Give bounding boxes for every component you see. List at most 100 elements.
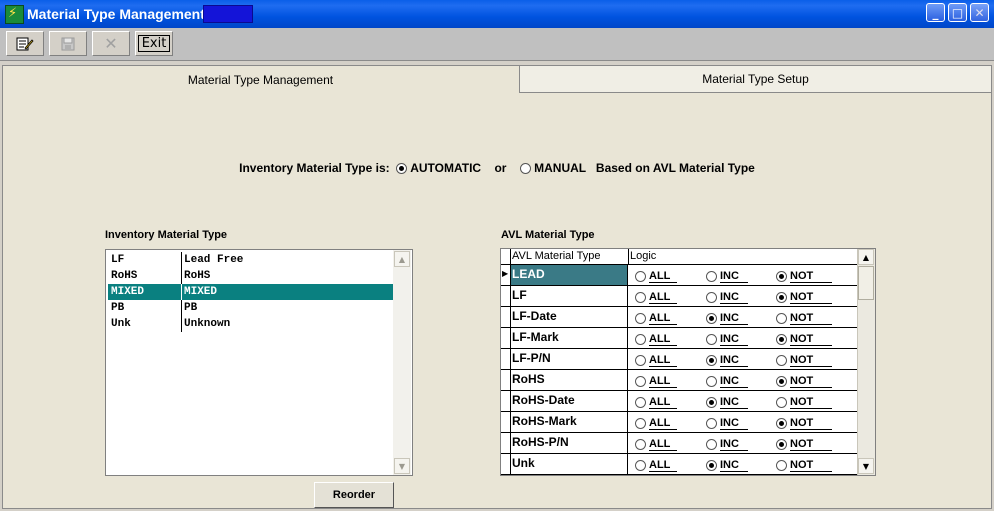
avl-type-cell[interactable]: LF xyxy=(511,286,628,306)
logic-option-all[interactable]: ALL xyxy=(635,459,670,471)
radio-inc[interactable] xyxy=(706,333,717,345)
avl-type-cell[interactable]: LF-Mark xyxy=(511,328,628,348)
radio-inc[interactable] xyxy=(706,354,717,366)
logic-option-not[interactable]: NOT xyxy=(776,438,813,450)
logic-option-inc[interactable]: INC xyxy=(706,438,739,450)
radio-all[interactable] xyxy=(635,291,646,303)
scroll-down-icon[interactable]: ▼ xyxy=(394,458,410,474)
radio-not[interactable] xyxy=(776,417,787,429)
list-item[interactable]: LF Lead Free xyxy=(108,252,396,268)
list-item[interactable]: Unk Unknown xyxy=(108,316,396,332)
logic-option-inc[interactable]: INC xyxy=(706,312,739,324)
close-button[interactable]: ✕ xyxy=(970,3,989,22)
avl-type-cell[interactable]: RoHS-Date xyxy=(511,391,628,411)
radio-not[interactable] xyxy=(776,333,787,345)
manual-label[interactable]: MANUAL xyxy=(534,161,586,175)
table-row[interactable]: LF-Date ALL INC NOT xyxy=(501,307,857,328)
logic-option-inc[interactable]: INC xyxy=(706,375,739,387)
logic-option-all[interactable]: ALL xyxy=(635,354,670,366)
list-item[interactable]: PB PB xyxy=(108,300,396,316)
radio-all[interactable] xyxy=(635,354,646,366)
inventory-scrollbar[interactable]: ▲ ▼ xyxy=(393,250,411,475)
radio-inc[interactable] xyxy=(706,375,717,387)
logic-option-all[interactable]: ALL xyxy=(635,438,670,450)
scroll-up-icon[interactable]: ▲ xyxy=(858,249,874,265)
logic-option-all[interactable]: ALL xyxy=(635,417,670,429)
logic-option-not[interactable]: NOT xyxy=(776,291,813,303)
radio-inc[interactable] xyxy=(706,417,717,429)
radio-all[interactable] xyxy=(635,417,646,429)
scroll-thumb[interactable] xyxy=(858,266,874,300)
radio-all[interactable] xyxy=(635,312,646,324)
tab-material-type-management[interactable]: Material Type Management xyxy=(3,66,518,93)
radio-all[interactable] xyxy=(635,375,646,387)
radio-not[interactable] xyxy=(776,270,787,282)
avl-type-cell[interactable]: LF-P/N xyxy=(511,349,628,369)
logic-option-all[interactable]: ALL xyxy=(635,291,670,303)
table-row[interactable]: LF-Mark ALL INC NOT xyxy=(501,328,857,349)
logic-option-inc[interactable]: INC xyxy=(706,417,739,429)
minimize-button[interactable]: _ xyxy=(926,3,945,22)
table-row[interactable]: LF-P/N ALL INC NOT xyxy=(501,349,857,370)
automatic-radio[interactable] xyxy=(396,163,408,175)
logic-option-all[interactable]: ALL xyxy=(635,270,670,282)
radio-inc[interactable] xyxy=(706,396,717,408)
logic-option-inc[interactable]: INC xyxy=(706,354,739,366)
maximize-button[interactable]: □ xyxy=(948,3,967,22)
table-row[interactable]: RoHS-P/N ALL INC NOT xyxy=(501,433,857,454)
logic-option-not[interactable]: NOT xyxy=(776,459,813,471)
radio-not[interactable] xyxy=(776,312,787,324)
radio-not[interactable] xyxy=(776,396,787,408)
radio-not[interactable] xyxy=(776,291,787,303)
avl-type-cell[interactable]: RoHS-P/N xyxy=(511,433,628,453)
avl-type-cell[interactable]: RoHS-Mark xyxy=(511,412,628,432)
table-row[interactable]: RoHS ALL INC NOT xyxy=(501,370,857,391)
radio-not[interactable] xyxy=(776,375,787,387)
exit-button[interactable]: Exit xyxy=(135,31,173,56)
radio-not[interactable] xyxy=(776,354,787,366)
logic-option-inc[interactable]: INC xyxy=(706,459,739,471)
table-row[interactable]: Unk ALL INC NOT xyxy=(501,454,857,475)
cancel-button[interactable]: ✕ xyxy=(92,31,130,56)
logic-option-not[interactable]: NOT xyxy=(776,270,813,282)
scroll-down-icon[interactable]: ▼ xyxy=(858,458,874,474)
radio-inc[interactable] xyxy=(706,270,717,282)
radio-all[interactable] xyxy=(635,438,646,450)
logic-option-inc[interactable]: INC xyxy=(706,291,739,303)
logic-option-inc[interactable]: INC xyxy=(706,396,739,408)
table-row[interactable]: LF ALL INC NOT xyxy=(501,286,857,307)
avl-type-cell[interactable]: LF-Date xyxy=(511,307,628,327)
avl-type-cell[interactable]: RoHS xyxy=(511,370,628,390)
radio-inc[interactable] xyxy=(706,438,717,450)
logic-option-all[interactable]: ALL xyxy=(635,396,670,408)
table-row[interactable]: ▶ LEAD ALL INC NOT xyxy=(501,265,857,286)
manual-radio[interactable] xyxy=(519,163,531,175)
avl-type-cell[interactable]: Unk xyxy=(511,454,628,474)
automatic-label[interactable]: AUTOMATIC xyxy=(410,161,481,175)
title-bar[interactable]: ⚡ Material Type Management _ □ ✕ xyxy=(0,0,994,28)
radio-not[interactable] xyxy=(776,438,787,450)
radio-all[interactable] xyxy=(635,459,646,471)
radio-not[interactable] xyxy=(776,459,787,471)
radio-inc[interactable] xyxy=(706,291,717,303)
tab-material-type-setup[interactable]: Material Type Setup xyxy=(519,66,991,93)
logic-option-all[interactable]: ALL xyxy=(635,375,670,387)
radio-all[interactable] xyxy=(635,333,646,345)
table-row[interactable]: RoHS-Date ALL INC NOT xyxy=(501,391,857,412)
logic-option-not[interactable]: NOT xyxy=(776,396,813,408)
inventory-list[interactable]: LF Lead Free RoHS RoHS MIXED MIXED PB PB… xyxy=(105,249,413,476)
save-button[interactable] xyxy=(49,31,87,56)
reorder-button[interactable]: Reorder xyxy=(314,482,394,508)
logic-option-not[interactable]: NOT xyxy=(776,333,813,345)
logic-option-inc[interactable]: INC xyxy=(706,333,739,345)
logic-option-not[interactable]: NOT xyxy=(776,354,813,366)
logic-option-not[interactable]: NOT xyxy=(776,375,813,387)
edit-button[interactable] xyxy=(6,31,44,56)
list-item[interactable]: RoHS RoHS xyxy=(108,268,396,284)
logic-option-all[interactable]: ALL xyxy=(635,312,670,324)
radio-all[interactable] xyxy=(635,396,646,408)
logic-option-not[interactable]: NOT xyxy=(776,417,813,429)
list-item-selected[interactable]: MIXED MIXED xyxy=(108,284,396,300)
radio-inc[interactable] xyxy=(706,459,717,471)
radio-all[interactable] xyxy=(635,270,646,282)
